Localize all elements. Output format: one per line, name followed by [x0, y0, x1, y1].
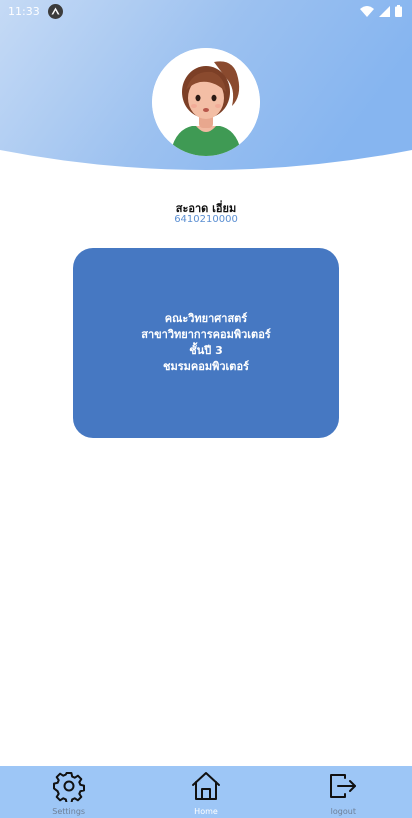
- nav-settings-label: Settings: [52, 807, 86, 816]
- status-time: 11:33: [8, 4, 40, 18]
- wifi-icon: [360, 5, 374, 17]
- bottom-navigation: Settings Home logout: [0, 766, 412, 818]
- club-text: ชมรมคอมพิวเตอร์: [163, 360, 249, 373]
- nav-home[interactable]: Home: [137, 766, 274, 818]
- status-icons: [360, 5, 402, 17]
- info-card: คณะวิทยาศาสตร์ สาขาวิทยาการคอมพิวเตอร์ ช…: [73, 248, 339, 438]
- home-icon: [190, 770, 222, 802]
- profile-student-id: 6410210000: [174, 214, 238, 225]
- avatar: [152, 48, 260, 156]
- nav-logout-label: logout: [330, 807, 356, 816]
- screen: 11:33 สะอาด เอี่ยม 6410210000 คณะวิทยาศา…: [0, 0, 412, 818]
- logout-icon: [327, 770, 359, 802]
- signal-icon: [379, 5, 390, 17]
- avatar-illustration: [152, 48, 260, 156]
- nav-logout[interactable]: logout: [275, 766, 412, 818]
- gear-icon: [52, 770, 85, 802]
- year-text: ชั้นปี 3: [189, 344, 223, 357]
- battery-icon: [395, 5, 402, 17]
- nav-settings[interactable]: Settings: [0, 766, 137, 818]
- faculty-text: คณะวิทยาศาสตร์: [164, 312, 248, 325]
- department-text: สาขาวิทยาการคอมพิวเตอร์: [141, 328, 271, 341]
- nav-home-label: Home: [194, 807, 218, 816]
- status-bar: 11:33: [0, 0, 412, 22]
- app-notification-icon: [47, 3, 63, 19]
